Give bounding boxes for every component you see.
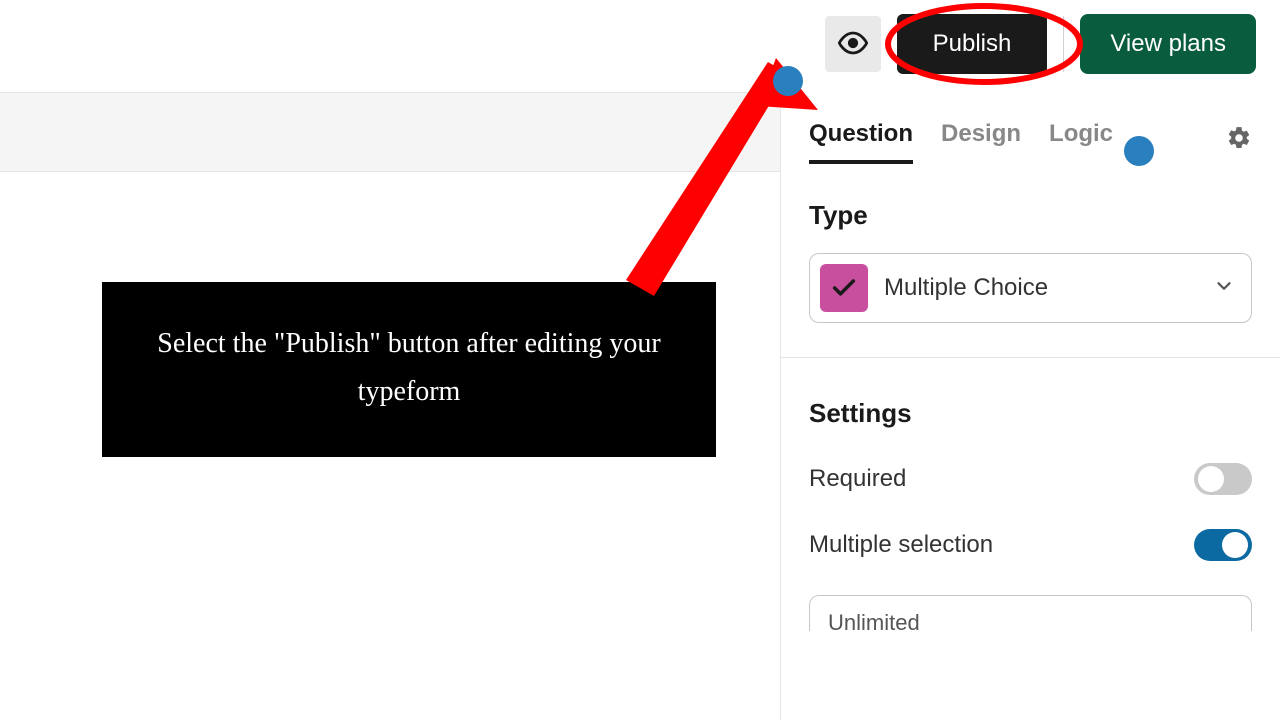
- tab-question[interactable]: Question: [809, 120, 913, 160]
- preview-button[interactable]: [825, 16, 881, 72]
- view-plans-label: View plans: [1110, 30, 1226, 57]
- multiple-selection-label: Multiple selection: [809, 531, 993, 559]
- gear-icon: [1226, 138, 1252, 155]
- eye-icon: [838, 28, 868, 61]
- publish-label: Publish: [933, 30, 1012, 57]
- selection-limit-value: Unlimited: [828, 610, 920, 631]
- multiple-selection-toggle[interactable]: [1194, 529, 1252, 561]
- panel-divider: [781, 357, 1280, 358]
- question-type-selector[interactable]: Multiple Choice: [809, 253, 1252, 323]
- tab-design[interactable]: Design: [941, 120, 1021, 160]
- type-heading: Type: [809, 200, 1252, 231]
- annotation-callout-text: Select the "Publish" button after editin…: [157, 328, 660, 407]
- toggle-thumb: [1198, 466, 1224, 492]
- annotation-callout: Select the "Publish" button after editin…: [102, 282, 716, 457]
- toggle-thumb: [1222, 532, 1248, 558]
- chevron-down-icon: [1213, 275, 1235, 302]
- settings-gear-button[interactable]: [1226, 125, 1252, 156]
- tab-logic[interactable]: Logic: [1049, 120, 1113, 160]
- required-label: Required: [809, 465, 906, 493]
- settings-heading: Settings: [809, 398, 1252, 429]
- panel-tabs: Question Design Logic: [809, 92, 1252, 160]
- top-toolbar: Publish View plans: [801, 0, 1280, 88]
- toolbar-divider: [1063, 16, 1064, 72]
- view-plans-button[interactable]: View plans: [1080, 14, 1256, 74]
- multiple-choice-icon: [820, 264, 868, 312]
- editor-header-bar: [0, 92, 780, 172]
- question-type-label: Multiple Choice: [884, 274, 1197, 302]
- setting-multiple-selection: Multiple selection: [809, 529, 1252, 561]
- selection-limit-selector[interactable]: Unlimited: [809, 595, 1252, 631]
- publish-button[interactable]: Publish: [897, 14, 1048, 74]
- right-panel: Question Design Logic Type Multiple Choi…: [780, 92, 1280, 720]
- required-toggle[interactable]: [1194, 463, 1252, 495]
- setting-required: Required: [809, 463, 1252, 495]
